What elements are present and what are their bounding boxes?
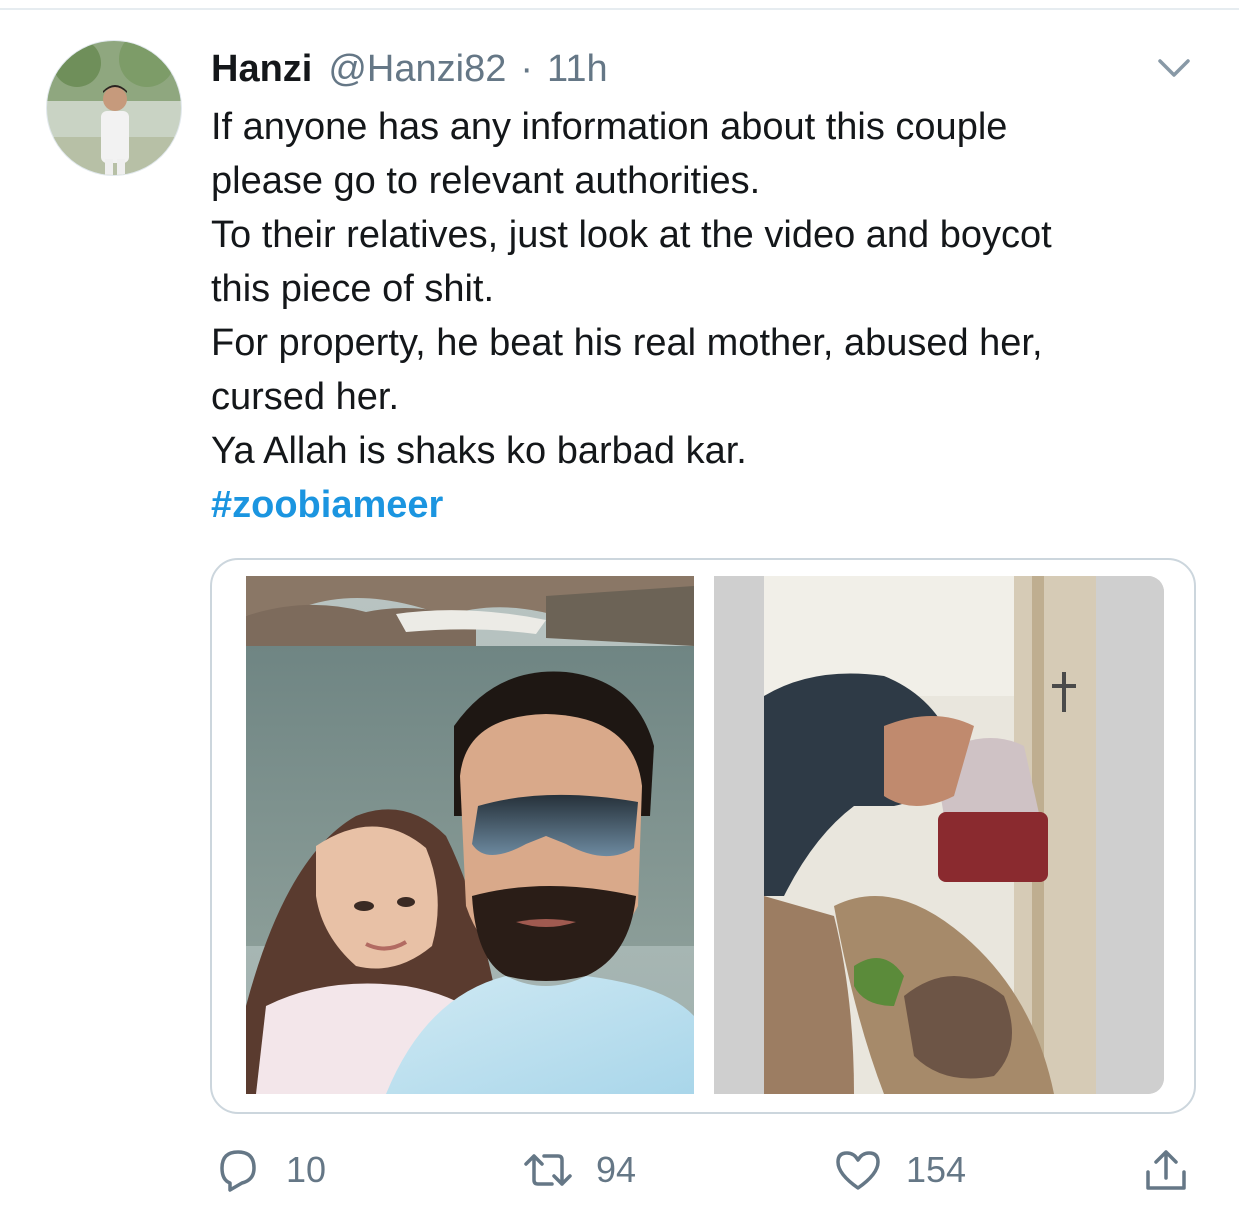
chevron-down-icon[interactable] [1156,56,1192,80]
tweet-text: If anyone has any information about this… [211,100,1211,532]
tweet-text-line: For property, he beat his real mother, a… [211,322,1043,364]
media-card [210,558,1196,1114]
retweet-icon [522,1144,574,1196]
tweet-text-line: please go to relevant authorities. [211,160,761,202]
reply-count: 10 [286,1149,327,1190]
tweet-actions: 10 94 154 [0,1140,1239,1200]
reply-button[interactable]: 10 [212,1140,326,1200]
tweet-header: Hanzi @Hanzi82 · 11h [211,44,608,94]
tweet-text-line: this piece of shit. [211,268,495,310]
reply-icon [212,1144,264,1196]
tweet-text-line: cursed her. [211,376,399,418]
share-button[interactable] [1140,1140,1192,1200]
avatar[interactable] [46,40,182,176]
hashtag-link[interactable]: #zoobiameer [211,478,1211,532]
like-button[interactable]: 154 [832,1140,966,1200]
retweet-button[interactable]: 94 [522,1140,636,1200]
avatar-photo [47,41,181,175]
author-handle[interactable]: @Hanzi82 [328,48,506,91]
tweet-text-line: If anyone has any information about this… [211,106,1008,148]
tweet-text-line: To their relatives, just look at the vid… [211,214,1052,256]
tweet-text-line: Ya Allah is shaks ko barbad kar. [211,430,747,472]
share-icon [1140,1144,1192,1196]
heart-icon [832,1144,884,1196]
retweet-count: 94 [596,1149,637,1190]
header-separator: · [520,47,534,90]
couple-selfie-photo[interactable] [246,576,694,1094]
tweet-timestamp[interactable]: 11h [547,48,608,91]
video-still-photo[interactable] [714,576,1164,1094]
author-display-name[interactable]: Hanzi [211,48,312,91]
top-divider [0,8,1239,10]
like-count: 154 [906,1149,967,1190]
